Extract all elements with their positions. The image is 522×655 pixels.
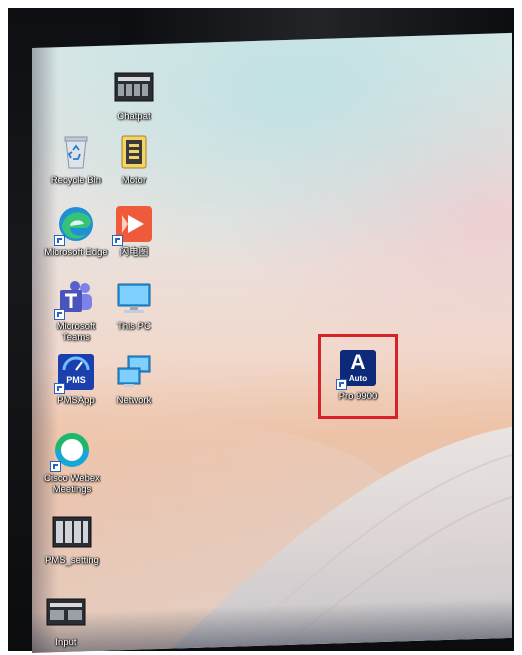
desktop-icon-label: This PC [117, 321, 151, 332]
desktop-icon-recycle-bin[interactable]: Recycle Bin [44, 132, 108, 186]
settings-app-icon [52, 512, 92, 552]
webex-icon [50, 430, 92, 472]
desktop-icon-label: Motor [121, 175, 147, 186]
desktop-icon-microsoft-edge[interactable]: Microsoft Edge [44, 204, 108, 258]
desktop-icon-microsoft-teams[interactable]: Microsoft Teams [44, 278, 108, 343]
desktop-icon-chatpat[interactable]: Chatpat [102, 68, 166, 122]
pms-app-icon: PMS [54, 352, 96, 394]
desktop-icon-pms-setting[interactable]: PMS_setting [36, 512, 108, 566]
shortcut-arrow-icon [54, 235, 65, 246]
desktop-icon-input[interactable]: Input [34, 594, 98, 648]
shortcut-arrow-icon [50, 461, 61, 472]
play-app-icon [112, 204, 154, 246]
desktop-icon-label: Recycle Bin [50, 175, 102, 186]
desktop-icon-label: PMSApp [57, 395, 95, 406]
desktop-icon-pmsapp[interactable]: PMS PMSApp [44, 352, 108, 406]
desktop-icon-cisco-webex[interactable]: Cisco Webex Meetings [36, 430, 108, 495]
shortcut-arrow-icon [54, 383, 65, 394]
input-app-icon [46, 594, 86, 634]
edge-icon [54, 204, 96, 246]
desktop-icon-network[interactable]: Network [102, 352, 166, 406]
desktop-icon-label: Network [116, 395, 152, 406]
recycle-bin-icon [56, 132, 96, 172]
shortcut-arrow-icon [112, 235, 123, 246]
network-icon [114, 352, 154, 392]
desktop-icon-motor[interactable]: Motor [102, 132, 166, 186]
desktop-icon-label: 闪电图 [119, 247, 149, 258]
desktop-icon-label: Microsoft Edge [44, 247, 108, 258]
photo-frame: Chatpat Recycle Bin Motor Microsoft Edge… [0, 0, 522, 655]
shortcut-arrow-icon [54, 309, 65, 320]
desktop-icon-label: Cisco Webex Meetings [44, 473, 100, 495]
desktop-icon-label: Chatpat [117, 111, 151, 122]
teams-icon [54, 278, 96, 320]
desktop-icon-label: Microsoft Teams [56, 321, 96, 343]
highlight-box [318, 334, 398, 419]
chatpat-icon [114, 68, 154, 108]
desktop-icon-label: Input [55, 637, 77, 648]
computer-icon [114, 278, 154, 318]
desktop-icon-app-cn[interactable]: 闪电图 [102, 204, 166, 258]
desktop-icon-label: PMS_setting [45, 555, 99, 566]
motor-icon [114, 132, 154, 172]
desktop-icon-this-pc[interactable]: This PC [102, 278, 166, 332]
